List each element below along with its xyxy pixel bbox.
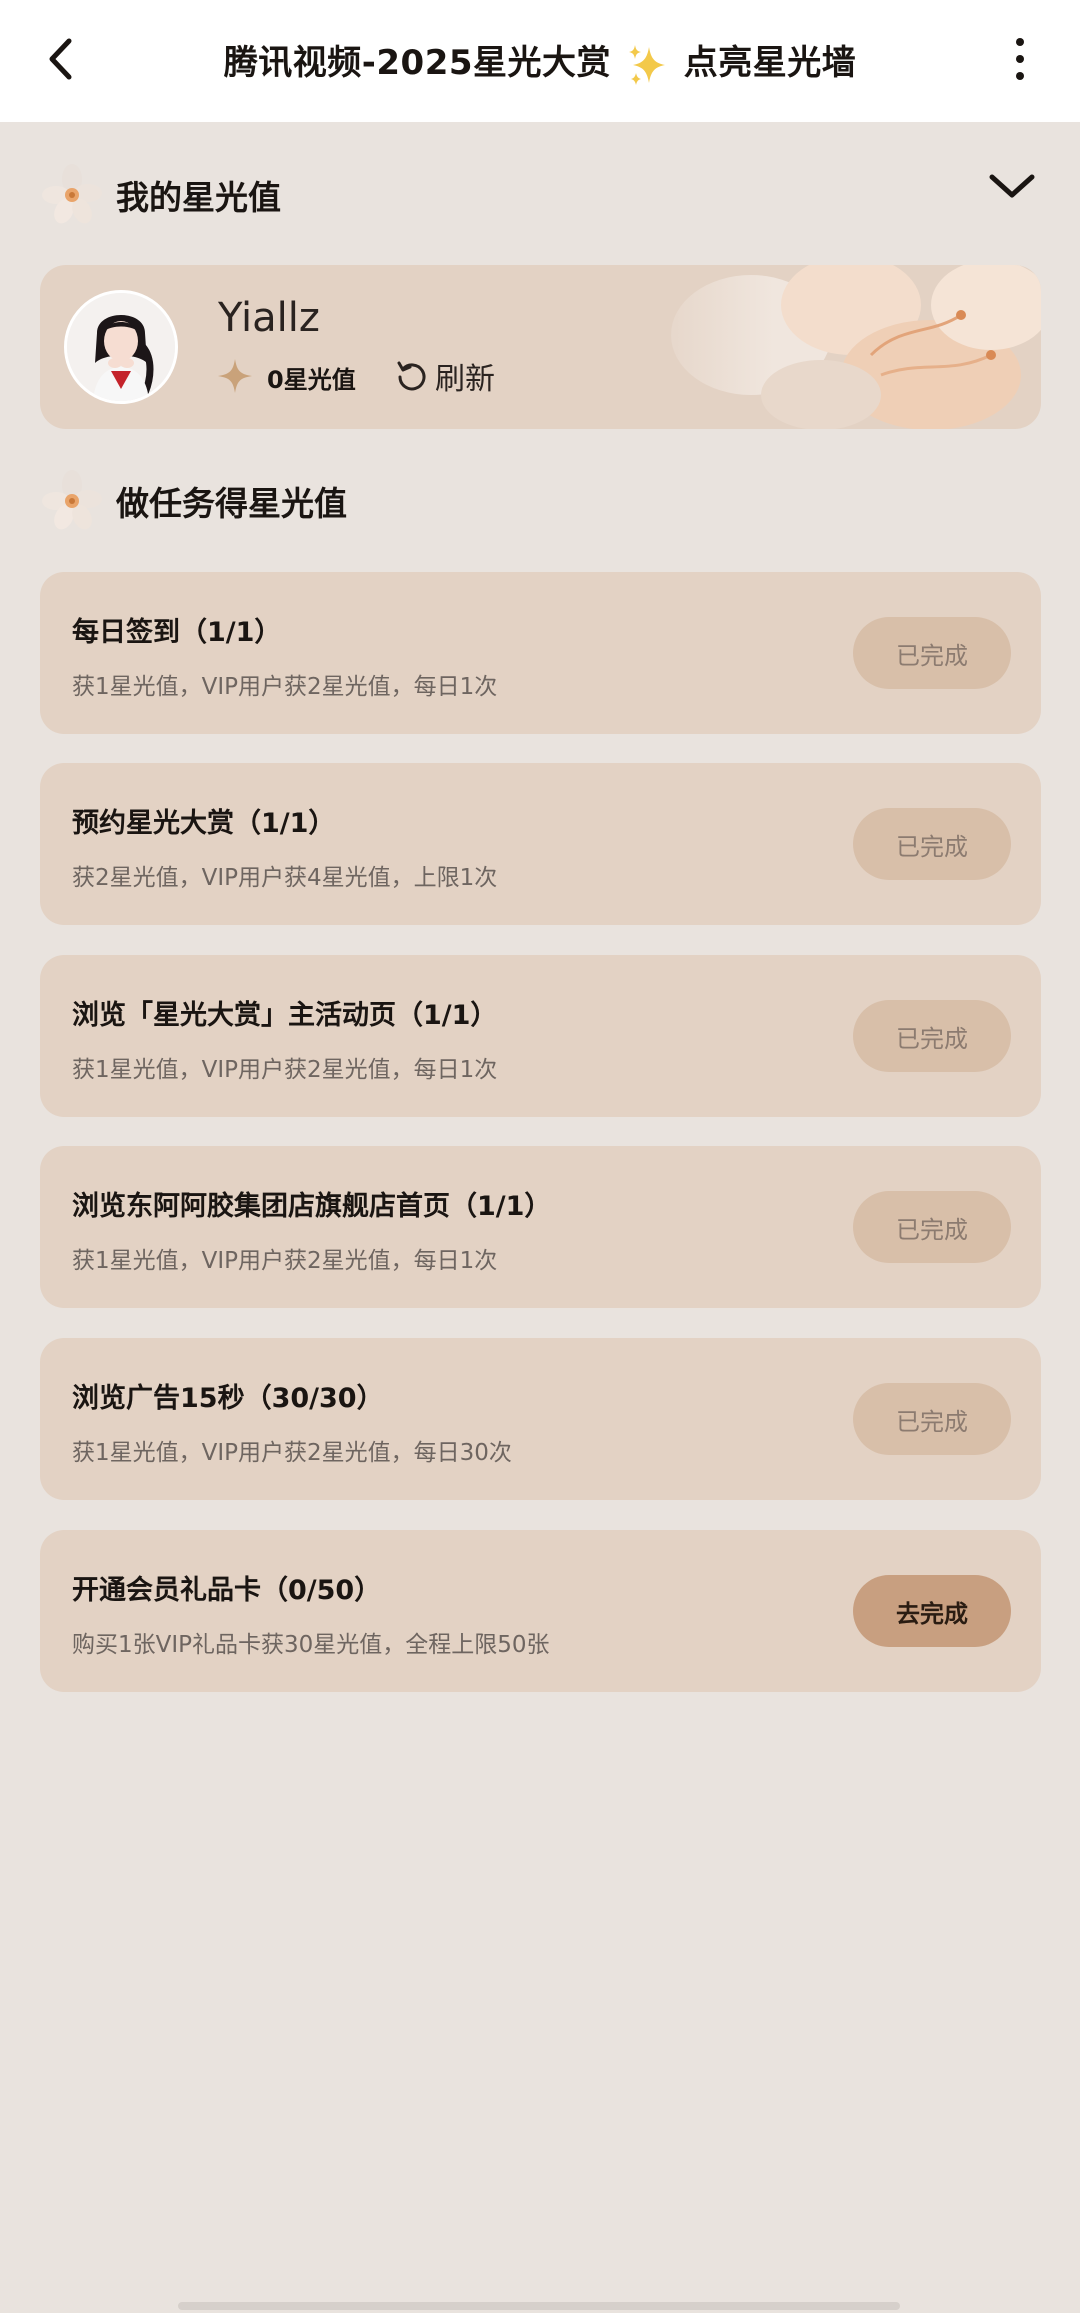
task-description: 购买1张VIP礼品卡获30星光值，全程上限50张 [72,1632,550,1658]
task-description: 获2星光值，VIP用户获4星光值，上限1次 [72,865,498,891]
top-bar: 腾讯视频-2025星光大赏 点亮星光墙 [0,0,1080,122]
task-title: 浏览「星光大赏」主活动页（1/1） [72,1000,498,1031]
page-title-prefix: 腾讯视频-2025星光大赏 [223,43,612,83]
sparkles-icon [629,44,666,85]
task-title: 开通会员礼品卡（0/50） [72,1575,382,1606]
task-card: 每日签到（1/1） 获1星光值，VIP用户获2星光值，每日1次 已完成 [40,572,1041,734]
username: Yiallz [218,295,320,341]
collapse-button[interactable] [984,162,1040,212]
my-star-section-header: 我的星光值 [42,160,281,230]
task-title: 浏览东阿阿胶集团店旗舰店首页（1/1） [72,1191,552,1222]
tasks-section-title: 做任务得星光值 [116,484,347,523]
chevron-down-icon [989,174,1035,198]
task-completed-button[interactable]: 已完成 [853,1191,1011,1263]
tasks-section-header: 做任务得星光值 [42,466,347,536]
more-dot [1016,72,1024,80]
task-title: 浏览广告15秒（30/30） [72,1383,384,1414]
page-title-suffix: 点亮星光墙 [683,43,857,83]
flower-icon [42,164,102,224]
refresh-icon [397,361,426,391]
chevron-left-icon [49,38,72,80]
refresh-button[interactable]: 刷新 [395,355,495,397]
task-description: 获1星光值，VIP用户获2星光值，每日1次 [72,1057,498,1083]
task-description: 获1星光值，VIP用户获2星光值，每日1次 [72,674,498,700]
task-card: 开通会员礼品卡（0/50） 购买1张VIP礼品卡获30星光值，全程上限50张 去… [40,1530,1041,1692]
task-card: 浏览广告15秒（30/30） 获1星光值，VIP用户获2星光值，每日30次 已完… [40,1338,1041,1500]
task-go-complete-button[interactable]: 去完成 [853,1575,1011,1647]
more-dot [1016,55,1024,63]
task-description: 获1星光值，VIP用户获2星光值，每日1次 [72,1248,498,1274]
more-vertical-icon [1016,38,1024,46]
task-completed-button[interactable]: 已完成 [853,808,1011,880]
four-point-star-icon [218,359,252,393]
flower-background-image [631,265,1041,429]
page-title: 腾讯视频-2025星光大赏 点亮星光墙 [150,38,930,88]
avatar[interactable] [64,290,178,404]
task-completed-button[interactable]: 已完成 [853,1000,1011,1072]
task-card: 预约星光大赏（1/1） 获2星光值，VIP用户获4星光值，上限1次 已完成 [40,763,1041,925]
task-title: 预约星光大赏（1/1） [72,808,336,839]
more-menu-button[interactable] [1000,34,1040,84]
back-button[interactable] [40,34,80,84]
home-indicator [178,2302,900,2310]
task-title: 每日签到（1/1） [72,617,282,648]
task-card: 浏览「星光大赏」主活动页（1/1） 获1星光值，VIP用户获2星光值，每日1次 … [40,955,1041,1117]
flower-icon [42,470,102,530]
task-completed-button[interactable]: 已完成 [853,617,1011,689]
refresh-label: 刷新 [435,362,495,397]
task-description: 获1星光值，VIP用户获2星光值，每日30次 [72,1440,512,1466]
task-card: 浏览东阿阿胶集团店旗舰店首页（1/1） 获1星光值，VIP用户获2星光值，每日1… [40,1146,1041,1308]
my-star-section-title: 我的星光值 [116,178,281,217]
star-value: 0星光值 [267,366,356,394]
task-completed-button[interactable]: 已完成 [853,1383,1011,1455]
avatar-image [67,293,175,401]
profile-card: Yiallz 0星光值 刷新 [40,265,1041,429]
